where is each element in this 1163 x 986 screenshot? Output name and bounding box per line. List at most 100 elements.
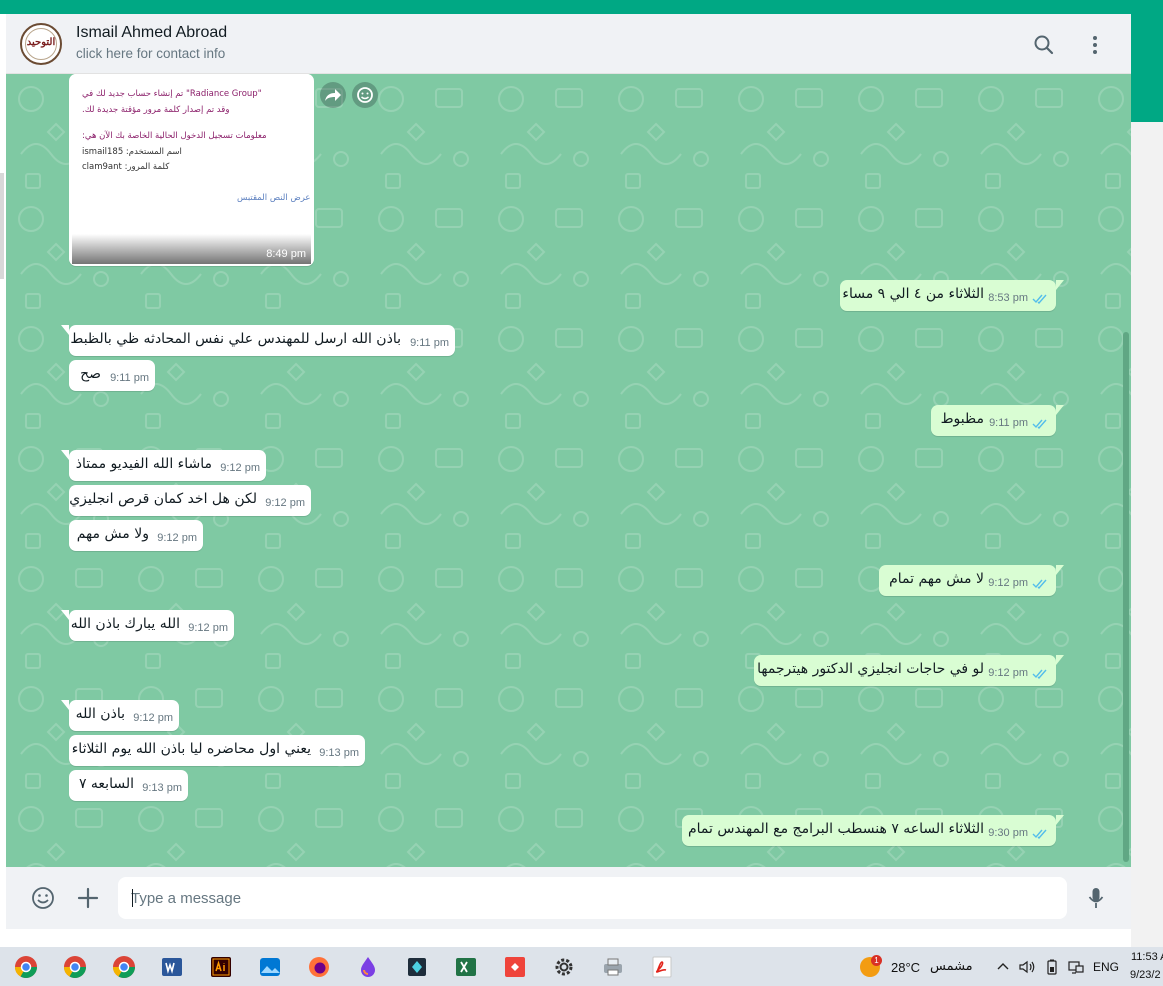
message-time: 8:49 pm — [266, 248, 306, 260]
settings-gear-icon[interactable] — [552, 955, 576, 979]
avatar-logo-text: التوحيد — [26, 37, 56, 48]
forwarded-image-message[interactable]: "Radiance Group" تم إنشاء حساب جديد لك ف… — [69, 74, 314, 266]
image-text-line: وقد تم إصدار كلمة مرور مؤقتة جديدة لك. — [82, 105, 230, 115]
image-quoted-text-link: عرض النص المقتبس — [237, 193, 311, 203]
outgoing-message[interactable]: الثلاثاء الساعه ٧ هنسطب البرامج مع المهن… — [682, 815, 1064, 846]
image-text-line: اسم المستخدم: ismail185 — [82, 147, 182, 157]
outgoing-message[interactable]: مظبوط 9:11 pm — [931, 405, 1064, 436]
photos-icon[interactable] — [258, 955, 282, 979]
image-text-line: "Radiance Group" تم إنشاء حساب جديد لك ف… — [82, 89, 262, 99]
windows-taskbar — [0, 947, 1163, 986]
paint-drop-icon[interactable] — [356, 955, 380, 979]
forward-icon[interactable] — [320, 82, 346, 108]
message-text: باذن الله ارسل للمهندس علي نفس المحادثه … — [70, 331, 401, 347]
clock-date[interactable]: 9/23/2 — [1130, 969, 1161, 981]
incoming-message[interactable]: صح 9:11 pm — [69, 360, 155, 391]
printer-icon[interactable] — [601, 955, 625, 979]
show-hidden-icons-chevron-icon[interactable] — [996, 960, 1010, 974]
incoming-message[interactable]: الله يبارك باذن الله 9:12 pm — [61, 610, 234, 641]
incoming-message[interactable]: ولا مش مهم 9:12 pm — [69, 520, 203, 551]
message-time: 9:11 pm — [110, 372, 149, 384]
message-text: ماشاء الله الفيديو ممتاذ — [75, 456, 212, 472]
message-list[interactable]: "Radiance Group" تم إنشاء حساب جديد لك ف… — [6, 74, 1131, 867]
message-text: الثلاثاء من ٤ الي ٩ مساء — [842, 286, 984, 302]
emoji-icon[interactable] — [30, 885, 56, 911]
contact-info-hint[interactable]: click here for contact info — [76, 46, 225, 61]
chat-header[interactable]: التوحيد Ismail Ahmed Abroad click here f… — [6, 14, 1131, 74]
battery-icon[interactable] — [1043, 958, 1061, 976]
text-cursor — [132, 889, 133, 907]
incoming-message[interactable]: لكن هل اخد كمان قرص انجليزي 9:12 pm — [69, 485, 311, 516]
excel-icon[interactable] — [454, 955, 478, 979]
outgoing-message[interactable]: لو في حاجات انجليزي الدكتور هيترجمها 9:1… — [754, 655, 1064, 686]
top-accent-band — [0, 0, 1163, 14]
message-time: 9:12 pm — [133, 712, 173, 724]
message-text: يعني اول محاضره ليا باذن الله يوم الثلاث… — [71, 741, 311, 757]
message-text: صح — [80, 366, 101, 382]
message-input[interactable] — [118, 877, 1067, 919]
illustrator-icon[interactable] — [209, 955, 233, 979]
pdf-reader-icon[interactable] — [650, 955, 674, 979]
search-icon[interactable] — [1031, 32, 1057, 58]
firefox-icon[interactable] — [307, 955, 331, 979]
app-diamond-icon[interactable] — [405, 955, 429, 979]
background-window-panel — [1131, 122, 1163, 947]
window-edge-shadow — [0, 173, 4, 279]
weather-description[interactable]: مشمس — [930, 959, 973, 974]
message-text: الله يبارك باذن الله — [70, 616, 180, 632]
message-time: 9:12 pm — [988, 667, 1028, 679]
message-time: 9:12 pm — [988, 577, 1028, 589]
chat-scrollbar[interactable] — [1123, 332, 1129, 862]
message-text: لكن هل اخد كمان قرص انجليزي — [69, 491, 257, 507]
clock-time[interactable]: 11:53 A — [1131, 951, 1163, 963]
message-time: 9:12 pm — [220, 462, 260, 474]
contact-avatar[interactable]: التوحيد — [20, 23, 62, 65]
background-window-accent — [1131, 14, 1163, 122]
outgoing-message[interactable]: لا مش مهم تمام 9:12 pm — [879, 565, 1064, 596]
chrome-work-profile-icon[interactable] — [112, 955, 136, 979]
more-options-icon[interactable] — [1084, 32, 1106, 58]
message-time: 9:11 pm — [410, 337, 449, 349]
microphone-icon[interactable] — [1086, 885, 1106, 911]
volume-icon[interactable] — [1018, 958, 1036, 976]
message-time: 9:12 pm — [157, 532, 197, 544]
incoming-message[interactable]: باذن الله 9:12 pm — [61, 700, 179, 731]
anydesk-icon[interactable] — [503, 955, 527, 979]
read-receipt-icon — [1032, 829, 1047, 839]
incoming-message[interactable]: باذن الله ارسل للمهندس علي نفس المحادثه … — [61, 325, 455, 356]
message-text: لا مش مهم تمام — [889, 571, 984, 587]
read-receipt-icon — [1032, 579, 1047, 589]
read-receipt-icon — [1032, 669, 1047, 679]
incoming-message[interactable]: ماشاء الله الفيديو ممتاذ 9:12 pm — [61, 450, 266, 481]
read-receipt-icon — [1032, 419, 1047, 429]
message-text: ولا مش مهم — [76, 526, 149, 542]
message-text: مظبوط — [940, 411, 984, 427]
contact-name[interactable]: Ismail Ahmed Abroad — [76, 24, 227, 42]
image-text-line: معلومات تسجيل الدخول الحالية الخاصة بك ا… — [82, 131, 267, 141]
emoji-reaction-icon[interactable] — [352, 82, 378, 108]
outgoing-message[interactable]: الثلاثاء من ٤ الي ٩ مساء 8:53 pm — [840, 280, 1064, 311]
whatsapp-chat-window: التوحيد Ismail Ahmed Abroad click here f… — [6, 14, 1131, 929]
message-time: 9:12 pm — [265, 497, 305, 509]
message-time: 9:13 pm — [142, 782, 182, 794]
incoming-message[interactable]: يعني اول محاضره ليا باذن الله يوم الثلاث… — [69, 735, 365, 766]
message-time: 8:53 pm — [988, 292, 1028, 304]
message-text: الثلاثاء الساعه ٧ هنسطب البرامج مع المهن… — [687, 821, 984, 837]
chrome-profile-icon[interactable] — [14, 955, 38, 979]
message-text: باذن الله — [75, 706, 125, 722]
input-language[interactable]: ENG — [1093, 960, 1119, 974]
word-icon[interactable] — [160, 955, 184, 979]
compose-bar — [6, 867, 1131, 929]
weather-alert-badge: 1 — [871, 955, 882, 966]
network-icon[interactable] — [1067, 958, 1085, 976]
chrome-icon[interactable] — [63, 955, 87, 979]
message-time: 9:30 pm — [988, 827, 1028, 839]
message-time: 9:11 pm — [989, 417, 1028, 429]
incoming-message[interactable]: السابعه ٧ 9:13 pm — [69, 770, 188, 801]
message-time: 9:13 pm — [319, 747, 359, 759]
attach-plus-icon[interactable] — [76, 885, 100, 911]
message-text: السابعه ٧ — [78, 776, 134, 792]
message-text: لو في حاجات انجليزي الدكتور هيترجمها — [757, 661, 984, 677]
image-text-line: كلمة المرور: clam9ant — [82, 162, 170, 172]
weather-temperature[interactable]: 28°C — [891, 960, 920, 975]
